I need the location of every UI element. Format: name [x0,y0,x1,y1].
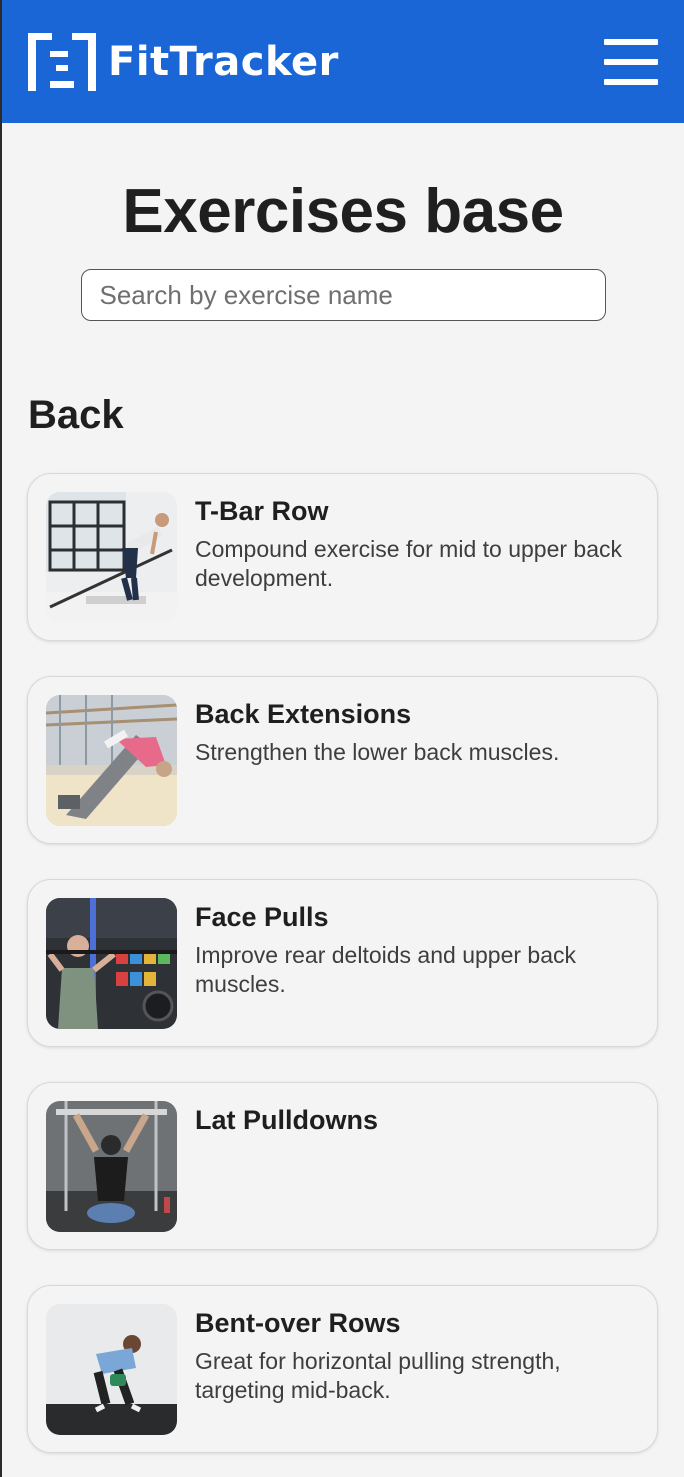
exercise-card-body: Back Extensions Strengthen the lower bac… [195,695,559,825]
exercise-card-face-pulls[interactable]: Face Pulls Improve rear deltoids and upp… [27,879,658,1047]
exercise-thumbnail [46,1304,177,1435]
exercise-card-body: Face Pulls Improve rear deltoids and upp… [195,898,639,1028]
t-bar-row-photo-icon [46,492,177,623]
brand-name: FitTracker [108,38,339,85]
search-input[interactable] [80,269,606,321]
hamburger-menu-icon[interactable] [604,38,658,85]
exercise-title: Bent-over Rows [195,1308,401,1338]
lat-pulldowns-photo-icon [46,1101,177,1232]
menu-bar [604,78,658,85]
exercise-card-body: T-Bar Row Compound exercise for mid to u… [195,492,639,622]
exercise-title: Face Pulls [195,902,329,932]
face-pulls-photo-icon [46,898,177,1029]
exercise-card-body: Lat Pulldowns [195,1101,378,1231]
exercise-card-t-bar-row[interactable]: T-Bar Row Compound exercise for mid to u… [27,473,658,641]
exercise-description: Strengthen the lower back muscles. [195,739,560,765]
exercise-card-bent-over-rows[interactable]: Bent-over Rows Great for horizontal pull… [27,1285,658,1453]
exercise-description: Great for horizontal pulling strength, t… [195,1348,561,1403]
exercise-card-back-extensions[interactable]: Back Extensions Strengthen the lower bac… [27,676,658,844]
exercise-title: Lat Pulldowns [195,1105,379,1135]
app-header: FitTracker [2,0,684,123]
menu-bar [604,38,658,45]
search-container [2,269,684,321]
exercise-title: T-Bar Row [195,496,329,526]
page-title: Exercises base [122,177,564,246]
exercise-thumbnail [46,492,177,623]
bent-over-rows-photo-icon [46,1304,177,1435]
exercise-description: Compound exercise for mid to upper back … [195,536,622,591]
exercise-thumbnail [46,898,177,1029]
exercise-card-lat-pulldowns[interactable]: Lat Pulldowns [27,1082,658,1250]
exercise-title: Back Extensions [195,699,412,729]
exercise-list: T-Bar Row Compound exercise for mid to u… [2,473,684,1453]
main-content: Exercises base Back [2,181,684,1453]
back-extensions-photo-icon [46,695,177,826]
section-title-back: Back [28,393,124,437]
fittracker-logo-icon [28,32,96,91]
brand-logo[interactable]: FitTracker [26,31,339,93]
menu-bar [604,58,658,65]
exercise-description: Improve rear deltoids and upper back mus… [195,942,576,997]
exercise-thumbnail [46,1101,177,1232]
exercise-card-body: Bent-over Rows Great for horizontal pull… [195,1304,639,1434]
exercise-thumbnail [46,695,177,826]
